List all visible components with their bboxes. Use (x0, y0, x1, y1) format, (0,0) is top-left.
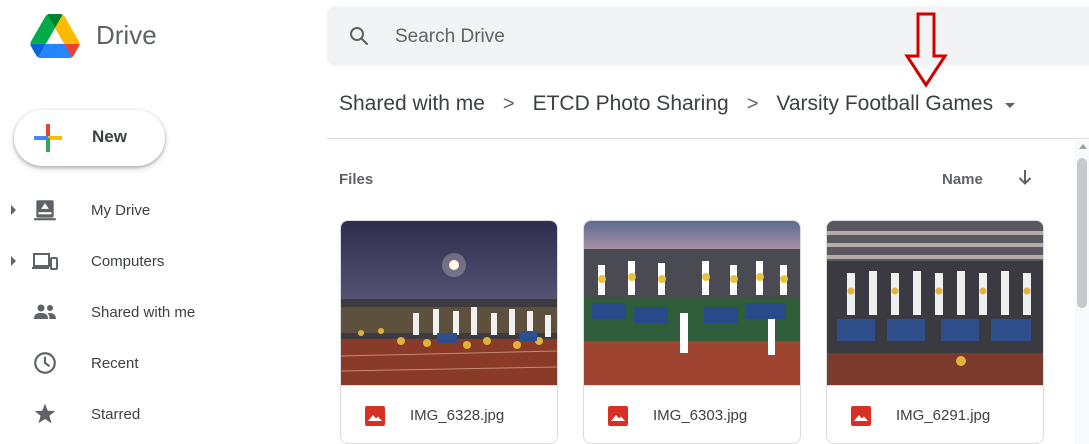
computers-icon (32, 253, 58, 270)
photo-thumbnail-image (341, 221, 557, 385)
file-thumbnail[interactable] (341, 221, 557, 385)
sidebar-item-label: Shared with me (91, 303, 196, 321)
drive-logo[interactable] (30, 14, 80, 58)
sidebar-item-recent[interactable]: Recent (0, 343, 320, 383)
sidebar-item-label: Recent (91, 354, 139, 372)
breadcrumb-divider (327, 138, 1089, 139)
breadcrumb-item-shared-with-me[interactable]: Shared with me (339, 92, 485, 116)
search-bar[interactable] (327, 6, 1089, 66)
sidebar-item-label: My Drive (91, 201, 151, 219)
file-card-footer[interactable]: IMG_6303.jpg (584, 385, 800, 443)
search-icon[interactable] (347, 24, 371, 48)
app-title: Drive (96, 20, 157, 50)
recent-clock-icon (34, 352, 56, 374)
google-drive-logo-icon (30, 14, 80, 58)
folder-menu-dropdown-icon[interactable] (1005, 102, 1016, 108)
sidebar-item-starred[interactable]: Starred (0, 394, 320, 434)
files-section-label: Files (339, 171, 374, 188)
search-input[interactable] (395, 24, 895, 50)
file-card[interactable]: IMG_6291.jpg (826, 220, 1044, 444)
sidebar-item-shared-with-me[interactable]: Shared with me (0, 292, 320, 332)
sidebar-item-label: Computers (91, 252, 165, 270)
scroll-up-arrow-icon[interactable] (1079, 144, 1087, 149)
image-file-icon (851, 406, 871, 426)
scrollbar-thumb[interactable] (1077, 158, 1087, 308)
file-card-footer[interactable]: IMG_6328.jpg (341, 385, 557, 443)
shared-with-me-icon (34, 304, 56, 319)
breadcrumb-item-current-folder[interactable]: Varsity Football Games (776, 92, 993, 116)
sidebar-item-my-drive[interactable]: My Drive (0, 190, 320, 230)
file-card[interactable]: IMG_6303.jpg (583, 220, 801, 444)
breadcrumb-separator: > (746, 92, 759, 115)
plus-icon (34, 124, 62, 152)
image-file-icon (365, 406, 385, 426)
red-down-arrow-annotation-icon (904, 12, 948, 88)
sidebar-item-label: Starred (91, 405, 141, 423)
file-thumbnail[interactable] (584, 221, 800, 385)
file-name: IMG_6291.jpg (896, 407, 991, 424)
photo-thumbnail-image (827, 221, 1043, 385)
star-icon (34, 403, 56, 424)
sort-direction-arrow-icon[interactable] (1014, 166, 1036, 188)
file-thumbnail[interactable] (827, 221, 1043, 385)
expand-caret-icon[interactable] (11, 205, 16, 215)
breadcrumb-item-etcd-photo-sharing[interactable]: ETCD Photo Sharing (533, 92, 729, 116)
breadcrumb-separator: > (502, 92, 515, 115)
my-drive-icon (34, 200, 56, 221)
new-button[interactable]: New (14, 110, 165, 166)
sort-by-name-button[interactable]: Name (942, 171, 983, 188)
new-button-label: New (92, 127, 127, 146)
breadcrumb: Shared with me > ETCD Photo Sharing > Va… (339, 92, 1016, 116)
photo-thumbnail-image (584, 221, 800, 385)
file-card[interactable]: IMG_6328.jpg (340, 220, 558, 444)
file-name: IMG_6303.jpg (653, 407, 748, 424)
file-card-footer[interactable]: IMG_6291.jpg (827, 385, 1043, 443)
expand-caret-icon[interactable] (11, 256, 16, 266)
image-file-icon (608, 406, 628, 426)
file-name: IMG_6328.jpg (410, 407, 505, 424)
sidebar-item-computers[interactable]: Computers (0, 241, 320, 281)
